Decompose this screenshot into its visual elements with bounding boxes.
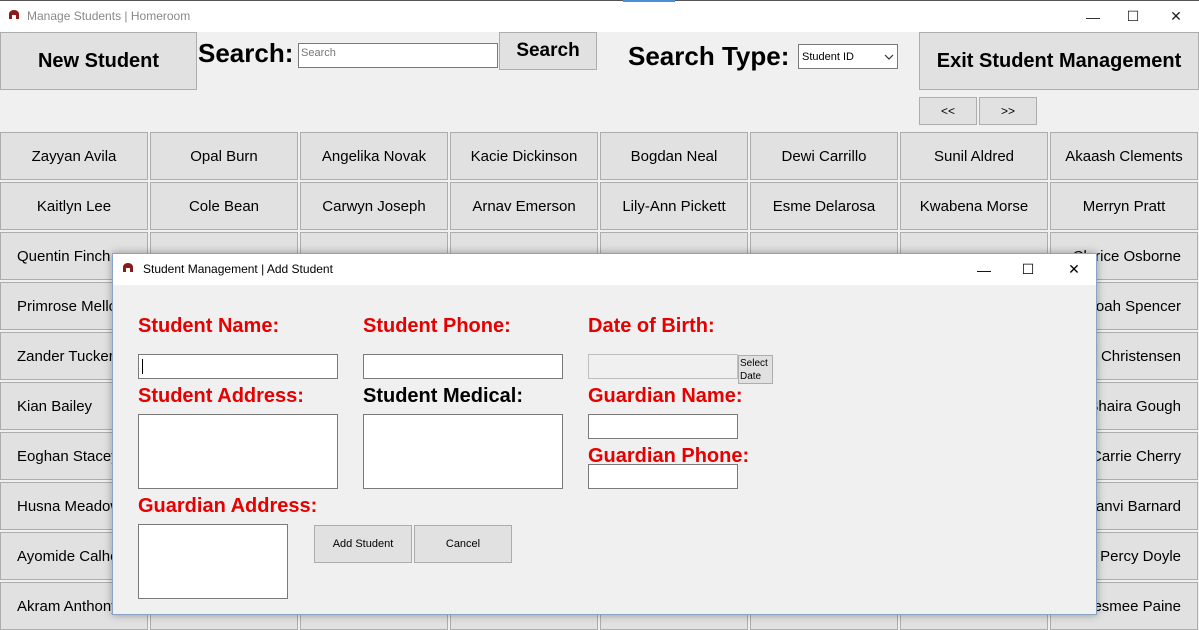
student-name-label: Student Name: <box>138 315 280 337</box>
minimize-icon[interactable]: — <box>961 254 1007 285</box>
exit-student-management-button[interactable]: Exit Student Management <box>919 32 1199 90</box>
search-type-select[interactable]: Student ID <box>798 44 898 69</box>
student-phone-label: Student Phone: <box>363 315 511 337</box>
guardian-name-field[interactable] <box>588 414 738 439</box>
dialog-title-bar: Student Management | Add Student — ☐ ✕ <box>113 254 1096 285</box>
close-icon[interactable]: ✕ <box>1051 254 1097 285</box>
dialog-title: Student Management | Add Student <box>143 262 333 276</box>
next-page-button[interactable]: >> <box>979 97 1037 125</box>
student-tile[interactable]: Sunil Aldred <box>900 132 1048 180</box>
app-icon <box>9 10 19 19</box>
search-input[interactable]: Search <box>298 43 498 68</box>
title-bar-accent <box>623 0 675 2</box>
search-button[interactable]: Search <box>499 32 597 70</box>
student-address-field[interactable] <box>138 414 338 489</box>
new-student-button[interactable]: New Student <box>0 32 197 90</box>
cancel-button[interactable]: Cancel <box>414 525 512 563</box>
main-title-bar: Manage Students | Homeroom — ☐ ✕ <box>0 0 1199 32</box>
app-icon <box>123 263 133 272</box>
guardian-address-field[interactable] <box>138 524 288 599</box>
chevron-down-icon <box>884 54 894 60</box>
add-student-dialog: Student Management | Add Student — ☐ ✕ S… <box>112 253 1097 615</box>
guardian-phone-field[interactable] <box>588 464 738 489</box>
student-tile[interactable]: Merryn Pratt <box>1050 182 1198 230</box>
add-student-button[interactable]: Add Student <box>314 525 412 563</box>
guardian-address-label: Guardian Address: <box>138 495 318 517</box>
student-tile[interactable]: Kacie Dickinson <box>450 132 598 180</box>
student-tile[interactable]: Esme Delarosa <box>750 182 898 230</box>
student-tile[interactable]: Kaitlyn Lee <box>0 182 148 230</box>
date-of-birth-field <box>588 354 738 379</box>
search-label: Search: <box>198 38 294 68</box>
student-tile[interactable]: Akaash Clements <box>1050 132 1198 180</box>
student-medical-label: Student Medical: <box>363 385 524 407</box>
prev-page-button[interactable]: << <box>919 97 977 125</box>
maximize-icon[interactable]: ☐ <box>1110 1 1156 32</box>
student-tile[interactable]: Angelika Novak <box>300 132 448 180</box>
student-tile[interactable]: Carwyn Joseph <box>300 182 448 230</box>
search-type-value: Student ID <box>802 50 854 63</box>
student-tile[interactable]: Bogdan Neal <box>600 132 748 180</box>
student-tile[interactable]: Opal Burn <box>150 132 298 180</box>
student-tile[interactable]: Cole Bean <box>150 182 298 230</box>
student-address-label: Student Address: <box>138 385 304 407</box>
student-tile[interactable]: Kwabena Morse <box>900 182 1048 230</box>
student-tile[interactable]: Dewi Carrillo <box>750 132 898 180</box>
search-type-label: Search Type: <box>628 41 790 71</box>
student-tile[interactable]: Lily-Ann Pickett <box>600 182 748 230</box>
window-title: Manage Students | Homeroom <box>27 9 191 23</box>
date-of-birth-label: Date of Birth: <box>588 315 715 337</box>
select-date-button[interactable]: Select Date <box>738 355 773 384</box>
student-tile[interactable]: Arnav Emerson <box>450 182 598 230</box>
student-medical-field[interactable] <box>363 414 563 489</box>
maximize-icon[interactable]: ☐ <box>1005 254 1051 285</box>
student-tile[interactable]: Zayyan Avila <box>0 132 148 180</box>
guardian-name-label: Guardian Name: <box>588 385 743 407</box>
student-name-field[interactable] <box>138 354 338 379</box>
text-caret <box>142 359 143 374</box>
student-phone-field[interactable] <box>363 354 563 379</box>
close-icon[interactable]: ✕ <box>1153 1 1199 32</box>
